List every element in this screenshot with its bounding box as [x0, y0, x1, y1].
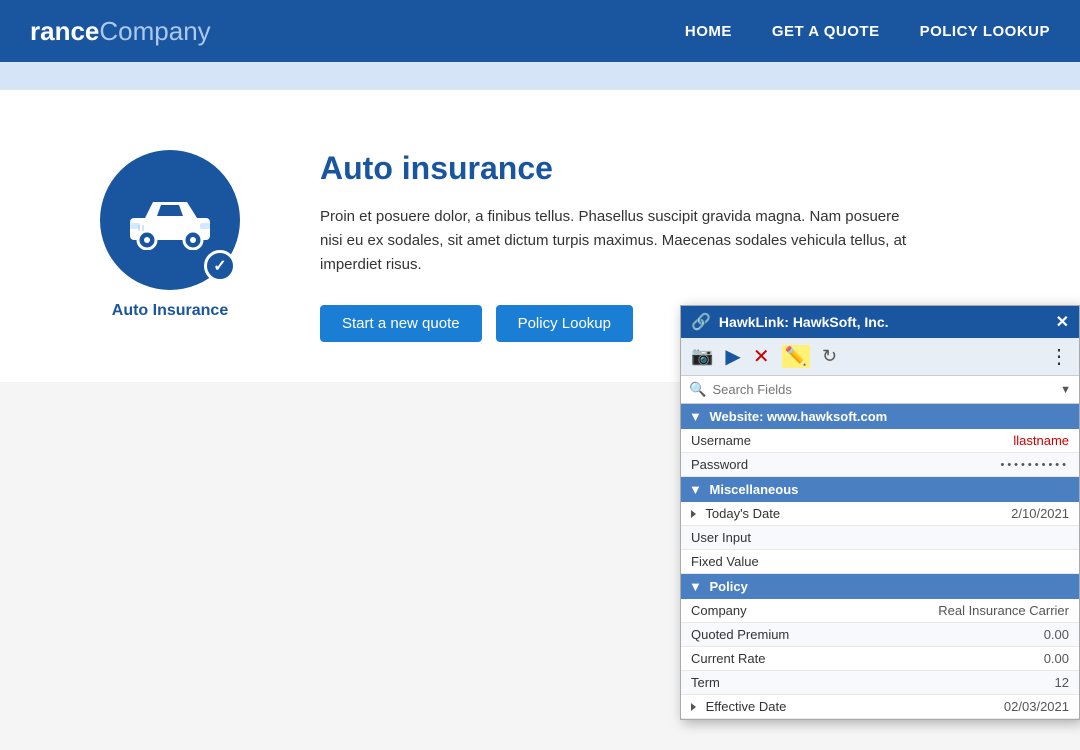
- section-down-arrow-misc: ▼: [689, 482, 702, 497]
- fixed-value-row: Fixed Value: [681, 550, 1079, 574]
- car-icon-circle: ✓: [100, 150, 240, 290]
- username-label: Username: [681, 429, 856, 453]
- refresh-icon[interactable]: ↻: [822, 346, 837, 367]
- quoted-premium-value: 0.00: [856, 623, 1079, 647]
- left-panel: ✓ Auto Insurance: [80, 150, 260, 342]
- user-input-row: User Input: [681, 526, 1079, 550]
- todays-date-arrow: [691, 510, 696, 518]
- fixed-value-value: [856, 550, 1079, 574]
- website-header: Website: www.hawksoft.com: [710, 409, 888, 424]
- search-dropdown-arrow[interactable]: ▼: [1060, 384, 1071, 396]
- check-badge: ✓: [204, 250, 236, 282]
- close-button[interactable]: ✕: [1056, 312, 1069, 332]
- nav-home[interactable]: HOME: [685, 23, 732, 40]
- password-row: Password ••••••••••: [681, 453, 1079, 477]
- effective-date-value: 02/03/2021: [856, 695, 1079, 719]
- hawklink-panel: 🔗 HawkLink: HawkSoft, Inc. ✕ 📷 ▶ ✕ ✏️ ↻ …: [680, 305, 1080, 720]
- nav-policy-lookup[interactable]: POLICY LOOKUP: [920, 23, 1050, 40]
- current-rate-value: 0.00: [856, 647, 1079, 671]
- username-value: llastname: [856, 429, 1079, 453]
- company-value: Real Insurance Carrier: [856, 599, 1079, 623]
- navbar: ranceCompany HOME GET A QUOTE POLICY LOO…: [0, 0, 1080, 62]
- camera-icon[interactable]: 📷: [691, 346, 713, 367]
- section-down-arrow-website: ▼: [689, 409, 702, 424]
- hawklink-title: HawkLink: HawkSoft, Inc.: [719, 314, 889, 330]
- search-icon: 🔍: [689, 381, 706, 398]
- play-icon[interactable]: ▶: [725, 344, 740, 369]
- edit-icon[interactable]: ✏️: [782, 345, 810, 368]
- hawklink-toolbar: 📷 ▶ ✕ ✏️ ↻ ⋮: [681, 338, 1079, 376]
- password-value: ••••••••••: [856, 453, 1079, 477]
- policy-section-header: ▼ Policy: [681, 574, 1079, 600]
- term-row: Term 12: [681, 671, 1079, 695]
- password-label: Password: [681, 453, 856, 477]
- car-icon: [125, 190, 215, 250]
- quoted-premium-row: Quoted Premium 0.00: [681, 623, 1079, 647]
- user-input-value: [856, 526, 1079, 550]
- todays-date-label: Today's Date: [681, 502, 856, 526]
- company-label: Company: [681, 599, 856, 623]
- hero-strip: [0, 62, 1080, 90]
- hawklink-titlebar: 🔗 HawkLink: HawkSoft, Inc. ✕: [681, 306, 1079, 338]
- term-label: Term: [681, 671, 856, 695]
- nav-links: HOME GET A QUOTE POLICY LOOKUP: [685, 23, 1050, 40]
- brand-bold: rance: [30, 16, 99, 46]
- hawklink-table: ▼ Website: www.hawksoft.com Username lla…: [681, 404, 1079, 719]
- page-title: Auto insurance: [320, 150, 1020, 187]
- brand-light: Company: [99, 16, 210, 46]
- effective-date-label: Effective Date: [681, 695, 856, 719]
- current-rate-label: Current Rate: [681, 647, 856, 671]
- fixed-value-label: Fixed Value: [681, 550, 856, 574]
- nav-get-a-quote[interactable]: GET A QUOTE: [772, 23, 880, 40]
- todays-date-row: Today's Date 2/10/2021: [681, 502, 1079, 526]
- policy-header: Policy: [710, 579, 748, 594]
- quoted-premium-label: Quoted Premium: [681, 623, 856, 647]
- icon-label: Auto Insurance: [112, 302, 228, 320]
- website-section-header: ▼ Website: www.hawksoft.com: [681, 404, 1079, 429]
- hero-description: Proin et posuere dolor, a finibus tellus…: [320, 205, 920, 277]
- todays-date-value: 2/10/2021: [856, 502, 1079, 526]
- link-icon: 🔗: [691, 312, 711, 332]
- policy-lookup-button[interactable]: Policy Lookup: [496, 305, 633, 342]
- misc-header: Miscellaneous: [710, 482, 799, 497]
- user-input-label: User Input: [681, 526, 856, 550]
- effective-date-row: Effective Date 02/03/2021: [681, 695, 1079, 719]
- more-options-icon[interactable]: ⋮: [1049, 344, 1069, 369]
- cancel-icon[interactable]: ✕: [753, 344, 770, 369]
- hawklink-search: 🔍 ▼: [681, 376, 1079, 404]
- company-row: Company Real Insurance Carrier: [681, 599, 1079, 623]
- term-value: 12: [856, 671, 1079, 695]
- brand-logo: ranceCompany: [30, 16, 211, 47]
- start-quote-button[interactable]: Start a new quote: [320, 305, 482, 342]
- effective-date-arrow: [691, 703, 696, 711]
- username-row: Username llastname: [681, 429, 1079, 453]
- section-down-arrow-policy: ▼: [689, 579, 702, 594]
- misc-section-header: ▼ Miscellaneous: [681, 477, 1079, 503]
- search-input[interactable]: [712, 382, 1054, 397]
- current-rate-row: Current Rate 0.00: [681, 647, 1079, 671]
